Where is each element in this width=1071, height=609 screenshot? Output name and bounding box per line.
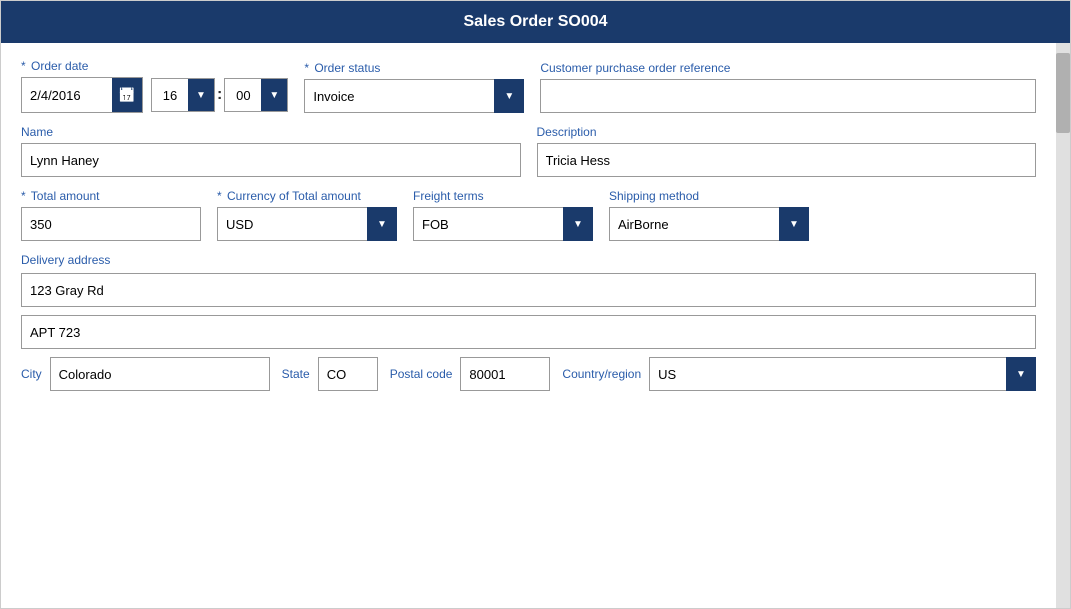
- state-label: State: [282, 367, 310, 381]
- name-label: Name: [21, 125, 521, 139]
- scrollbar-track[interactable]: [1056, 43, 1070, 608]
- delivery-line1-input[interactable]: [21, 273, 1036, 307]
- currency-select[interactable]: USD EUR GBP: [217, 207, 397, 241]
- postal-code-label: Postal code: [390, 367, 453, 381]
- delivery-address-label: Delivery address: [21, 253, 1036, 267]
- required-star-2: *: [304, 61, 309, 75]
- postal-code-input[interactable]: [460, 357, 550, 391]
- country-label: Country/region: [562, 367, 641, 381]
- city-state-row: City State Postal code Country/region US…: [21, 357, 1036, 391]
- freight-terms-group: Freight terms FOB CIF EXW: [413, 189, 593, 241]
- order-status-label: * Order status: [304, 61, 524, 75]
- hour-dropdown-arrow[interactable]: [188, 79, 214, 111]
- time-separator: :: [217, 86, 222, 104]
- order-date-label: * Order date: [21, 59, 288, 73]
- order-date-group: * Order date :: [21, 59, 288, 113]
- shipping-method-group: Shipping method AirBorne FedEx UPS DHL: [609, 189, 809, 241]
- description-input[interactable]: [537, 143, 1037, 177]
- shipping-method-select-wrapper: AirBorne FedEx UPS DHL: [609, 207, 809, 241]
- city-label: City: [21, 367, 42, 381]
- shipping-method-select[interactable]: AirBorne FedEx UPS DHL: [609, 207, 809, 241]
- description-label: Description: [537, 125, 1037, 139]
- name-group: Name: [21, 125, 521, 177]
- country-select[interactable]: US CA GB AU DE: [649, 357, 1036, 391]
- minute-input[interactable]: [225, 79, 261, 111]
- name-input[interactable]: [21, 143, 521, 177]
- order-date-input[interactable]: [22, 79, 112, 111]
- country-select-wrapper: US CA GB AU DE: [649, 357, 1036, 391]
- delivery-address-section: Delivery address City State Postal code …: [21, 253, 1036, 391]
- row-order-date-status: * Order date :: [21, 59, 1036, 113]
- row-amounts: * Total amount * Currency of Total amoun…: [21, 189, 1036, 241]
- description-group: Description: [537, 125, 1037, 177]
- required-star: *: [21, 59, 26, 73]
- calendar-button[interactable]: [112, 78, 142, 112]
- total-amount-input[interactable]: [21, 207, 201, 241]
- currency-label: * Currency of Total amount: [217, 189, 397, 203]
- customer-po-label: Customer purchase order reference: [540, 61, 1036, 75]
- freight-terms-select[interactable]: FOB CIF EXW: [413, 207, 593, 241]
- hour-input-wrap: [151, 78, 215, 112]
- hour-input[interactable]: [152, 79, 188, 111]
- state-input[interactable]: [318, 357, 378, 391]
- currency-select-wrapper: USD EUR GBP: [217, 207, 397, 241]
- required-star-4: *: [217, 189, 222, 203]
- required-star-3: *: [21, 189, 26, 203]
- scrollbar-thumb[interactable]: [1056, 53, 1070, 133]
- total-amount-label: * Total amount: [21, 189, 201, 203]
- form-area: * Order date :: [1, 43, 1056, 608]
- shipping-method-label: Shipping method: [609, 189, 809, 203]
- row-name-description: Name Description: [21, 125, 1036, 177]
- sales-order-window: Sales Order SO004 * Order date: [0, 0, 1071, 609]
- city-input[interactable]: [50, 357, 270, 391]
- order-status-select[interactable]: Invoice Draft Confirmed Done: [304, 79, 524, 113]
- customer-po-input[interactable]: [540, 79, 1036, 113]
- minute-input-wrap: [224, 78, 288, 112]
- customer-po-group: Customer purchase order reference: [540, 61, 1036, 113]
- freight-terms-select-wrapper: FOB CIF EXW: [413, 207, 593, 241]
- title-text: Sales Order SO004: [463, 13, 607, 30]
- order-status-select-wrapper: Invoice Draft Confirmed Done: [304, 79, 524, 113]
- total-amount-group: * Total amount: [21, 189, 201, 241]
- minute-dropdown-arrow[interactable]: [261, 79, 287, 111]
- window-title: Sales Order SO004: [1, 1, 1070, 43]
- currency-group: * Currency of Total amount USD EUR GBP: [217, 189, 397, 241]
- date-input-wrap: [21, 77, 143, 113]
- freight-terms-label: Freight terms: [413, 189, 593, 203]
- delivery-line2-input[interactable]: [21, 315, 1036, 349]
- order-status-group: * Order status Invoice Draft Confirmed D…: [304, 61, 524, 113]
